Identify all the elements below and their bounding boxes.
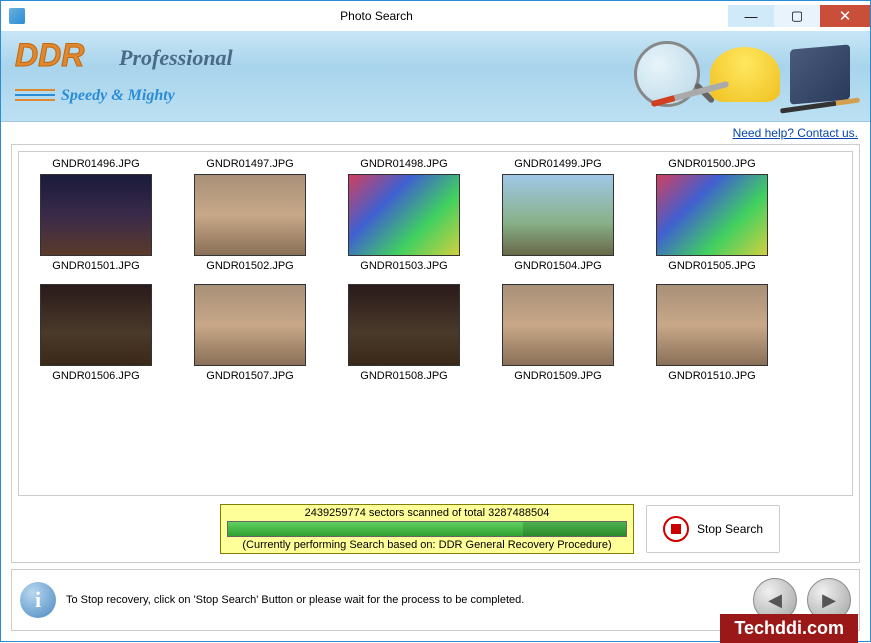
file-name: GNDR01501.JPG (21, 260, 171, 272)
header-banner: DDR Professional Speedy & Mighty (1, 31, 870, 122)
list-item: GNDR01502.JPG (175, 174, 325, 272)
progress-area: 2439259774 sectors scanned of total 3287… (212, 502, 859, 562)
hardhat-icon (710, 47, 780, 102)
file-name[interactable]: GNDR01498.JPG (329, 158, 479, 170)
file-name: GNDR01504.JPG (483, 260, 633, 272)
content-panel: GNDR01496.JPG GNDR01497.JPG GNDR01498.JP… (11, 144, 860, 563)
thumbnail-image[interactable] (40, 284, 152, 366)
app-window: Photo Search — ▢ ✕ DDR Professional Spee… (0, 0, 871, 642)
brand-logo: DDR (15, 37, 84, 74)
footer-hint: To Stop recovery, click on 'Stop Search'… (66, 594, 743, 606)
file-name: GNDR01502.JPG (175, 260, 325, 272)
list-item: GNDR01509.JPG (483, 284, 633, 382)
list-item: GNDR01499.JPG (483, 158, 633, 170)
thumbnail-image[interactable] (40, 174, 152, 256)
decoration-lines (15, 89, 55, 101)
file-name: GNDR01503.JPG (329, 260, 479, 272)
title-bar: Photo Search — ▢ ✕ (1, 1, 870, 31)
help-link-bar: Need help? Contact us. (1, 122, 870, 144)
thumbnail-image[interactable] (502, 174, 614, 256)
list-item: GNDR01508.JPG (329, 284, 479, 382)
procedure-status: (Currently performing Search based on: D… (227, 539, 627, 551)
file-name: GNDR01509.JPG (483, 370, 633, 382)
stop-search-button[interactable]: Stop Search (646, 505, 780, 553)
list-item: GNDR01506.JPG (21, 284, 171, 382)
help-link[interactable]: Need help? Contact us. (733, 126, 858, 140)
thumbnail-image[interactable] (194, 174, 306, 256)
file-name[interactable]: GNDR01499.JPG (483, 158, 633, 170)
list-item: GNDR01501.JPG (21, 174, 171, 272)
file-name[interactable]: GNDR01496.JPG (21, 158, 171, 170)
file-name: GNDR01505.JPG (637, 260, 787, 272)
thumbnail-image[interactable] (502, 284, 614, 366)
thumbnail-list[interactable]: GNDR01496.JPG GNDR01497.JPG GNDR01498.JP… (18, 151, 853, 496)
notebook-icon (790, 44, 850, 104)
file-name: GNDR01510.JPG (637, 370, 787, 382)
thumbnail-image[interactable] (348, 284, 460, 366)
list-item: GNDR01503.JPG (329, 174, 479, 272)
file-name[interactable]: GNDR01500.JPG (637, 158, 787, 170)
product-name: Professional (119, 45, 233, 71)
thumbnail-image[interactable] (194, 284, 306, 366)
list-item: GNDR01500.JPG (637, 158, 787, 170)
stop-label: Stop Search (697, 522, 763, 536)
file-name: GNDR01506.JPG (21, 370, 171, 382)
sectors-status: 2439259774 sectors scanned of total 3287… (227, 507, 627, 519)
list-item: GNDR01510.JPG (637, 284, 787, 382)
list-item: GNDR01505.JPG (637, 174, 787, 272)
file-name[interactable]: GNDR01497.JPG (175, 158, 325, 170)
list-item: GNDR01507.JPG (175, 284, 325, 382)
file-name: GNDR01508.JPG (329, 370, 479, 382)
watermark: Techddi.com (720, 614, 858, 643)
window-title: Photo Search (25, 9, 728, 23)
file-name: GNDR01507.JPG (175, 370, 325, 382)
stop-icon (663, 516, 689, 542)
thumbnail-image[interactable] (656, 284, 768, 366)
list-item: GNDR01504.JPG (483, 174, 633, 272)
list-item: GNDR01497.JPG (175, 158, 325, 170)
close-button[interactable]: ✕ (820, 5, 870, 27)
info-icon: i (20, 582, 56, 618)
maximize-button[interactable]: ▢ (774, 5, 820, 27)
minimize-button[interactable]: — (728, 5, 774, 27)
progress-bar (227, 521, 627, 537)
app-icon (9, 8, 25, 24)
progress-box: 2439259774 sectors scanned of total 3287… (220, 504, 634, 554)
list-item: GNDR01498.JPG (329, 158, 479, 170)
thumbnail-image[interactable] (348, 174, 460, 256)
tagline: Speedy & Mighty (61, 87, 175, 105)
thumbnail-image[interactable] (656, 174, 768, 256)
list-item: GNDR01496.JPG (21, 158, 171, 170)
